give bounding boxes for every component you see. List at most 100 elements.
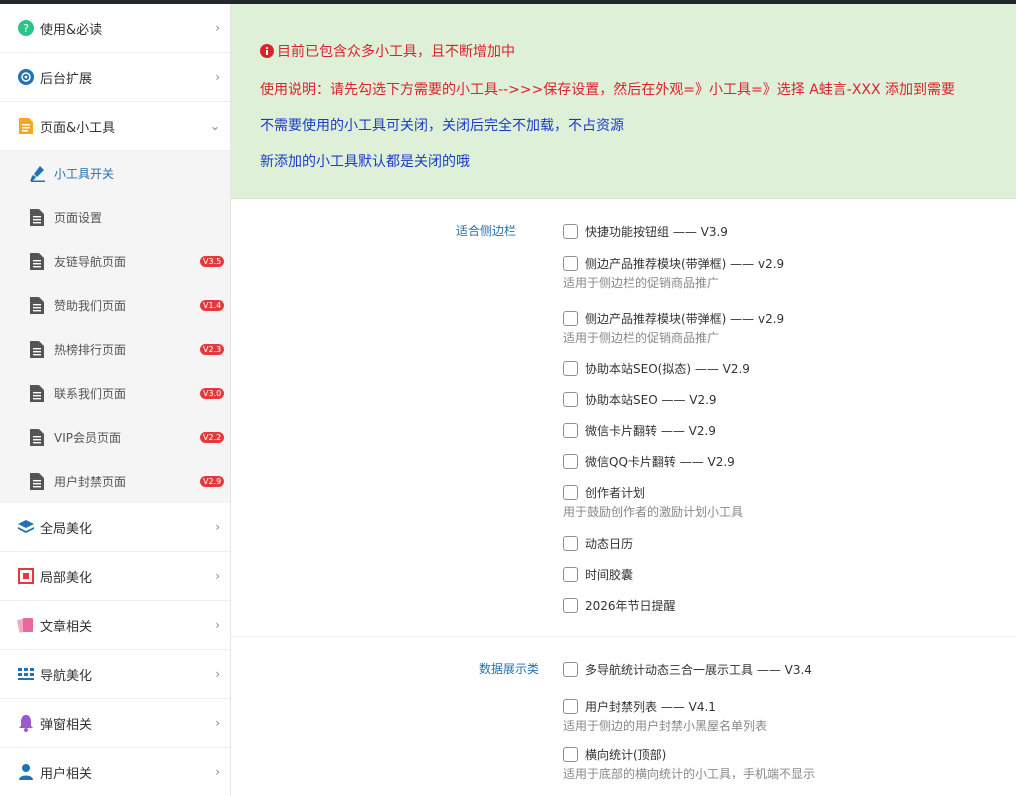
checkbox[interactable]: [563, 597, 578, 613]
chevron-right-icon: ›: [215, 667, 220, 681]
info-icon: [260, 36, 274, 72]
chevron-right-icon: ›: [215, 765, 220, 779]
submenu-item-vip[interactable]: VIP会员页面 V2.2: [0, 415, 230, 459]
submenu-item-links-nav[interactable]: 友链导航页面 V3.5: [0, 239, 230, 283]
main-content: 目前已包含众多小工具，且不断增加中 使用说明：请先勾选下方需要的小工具-->>>…: [231, 4, 1016, 796]
sidebar-item-local-beautify[interactable]: 局部美化 ›: [0, 552, 230, 601]
submenu-label: 页面设置: [54, 210, 103, 225]
checkbox[interactable]: [563, 422, 578, 438]
widget-option[interactable]: 微信QQ卡片翻转 —— V2.9: [563, 451, 1016, 471]
brush-icon: [30, 165, 46, 182]
option-label: 动态日历: [585, 536, 634, 551]
widget-option[interactable]: 侧边产品推荐模块(带弹框) —— v2.9: [563, 308, 1016, 328]
sidebar-item-global-beautify[interactable]: 全局美化 ›: [0, 503, 230, 552]
version-badge: V2.3: [200, 343, 225, 355]
option-label: 微信卡片翻转 —— V2.9: [585, 423, 716, 438]
frame-icon: [17, 567, 35, 585]
submenu-item-contact[interactable]: 联系我们页面 V3.0: [0, 371, 230, 415]
submenu-label: VIP会员页面: [54, 430, 121, 445]
sidebar: ? 使用&必读 › 后台扩展 › 页面&小工具 ⌄ 小工具开关 页面设置 友链导…: [0, 4, 231, 796]
file-icon: [30, 340, 46, 358]
widget-option[interactable]: 2026年节日提醒: [563, 595, 1016, 615]
sidebar-item-label: 局部美化: [40, 570, 93, 586]
document-icon: [17, 117, 35, 135]
bell-icon: [17, 714, 35, 732]
widget-option[interactable]: 时间胶囊: [563, 564, 1016, 584]
version-badge: V2.9: [200, 475, 225, 487]
widget-option[interactable]: 多导航统计动态三合一展示工具 —— V3.4: [563, 659, 1016, 679]
sidebar-item-label: 文章相关: [40, 619, 93, 635]
option-description: 用于鼓励创作者的激励计划小工具: [563, 505, 744, 519]
checkbox[interactable]: [563, 391, 578, 407]
notice-text: 目前已包含众多小工具，且不断增加中: [277, 44, 515, 60]
option-label: 快捷功能按钮组 —— V3.9: [585, 224, 728, 239]
option-description: 适用于底部的横向统计的小工具，手机端不显示: [563, 767, 816, 781]
submenu-item-widget-switch[interactable]: 小工具开关: [0, 151, 230, 195]
widget-option[interactable]: 微信卡片翻转 —— V2.9: [563, 420, 1016, 440]
sidebar-item-usage[interactable]: ? 使用&必读 ›: [0, 4, 230, 53]
notice-line: 使用说明：请先勾选下方需要的小工具-->>>保存设置，然后在外观=》小工具=》选…: [260, 82, 956, 98]
chevron-down-icon: ⌄: [209, 119, 220, 133]
checkbox[interactable]: [563, 746, 578, 762]
submenu-label: 联系我们页面: [54, 386, 127, 401]
chevron-right-icon: ›: [215, 21, 220, 35]
submenu-item-user-ban[interactable]: 用户封禁页面 V2.9: [0, 459, 230, 503]
widget-option[interactable]: 动态日历: [563, 533, 1016, 553]
sidebar-item-popup[interactable]: 弹窗相关 ›: [0, 699, 230, 748]
widget-option[interactable]: 快捷功能按钮组 —— V3.9: [563, 221, 1016, 241]
option-label: 侧边产品推荐模块(带弹框) —— v2.9: [585, 256, 785, 271]
sidebar-item-backend-ext[interactable]: 后台扩展 ›: [0, 53, 230, 102]
checkbox[interactable]: [563, 661, 578, 677]
widget-list: 快捷功能按钮组 —— V3.9 侧边产品推荐模块(带弹框) —— v2.9 适用…: [563, 221, 1016, 624]
group-label: 数据展示类: [479, 662, 540, 676]
checkbox[interactable]: [563, 310, 578, 326]
option-label: 用户封禁列表 —— V4.1: [585, 699, 716, 714]
submenu-item-page-settings[interactable]: 页面设置: [0, 195, 230, 239]
user-icon: [17, 763, 35, 781]
option-label: 微信QQ卡片翻转 —— V2.9: [585, 454, 735, 469]
option-label: 时间胶囊: [585, 567, 634, 582]
widget-option[interactable]: 创作者计划: [563, 482, 1016, 502]
notice-line: 不需要使用的小工具可关闭，关闭后完全不加载，不占资源: [260, 118, 624, 134]
widget-option[interactable]: 协助本站SEO —— V2.9: [563, 389, 1016, 409]
chevron-right-icon: ›: [215, 70, 220, 84]
submenu-item-hot-rank[interactable]: 热榜排行页面 V2.3: [0, 327, 230, 371]
sidebar-item-article[interactable]: 文章相关 ›: [0, 601, 230, 650]
widget-option[interactable]: 横向统计(顶部): [563, 744, 1016, 764]
widget-option[interactable]: 用户封禁列表 —— V4.1: [563, 696, 1016, 716]
checkbox[interactable]: [563, 698, 578, 714]
notice-line: 新添加的小工具默认都是关闭的哦: [260, 154, 470, 170]
version-badge: V2.2: [200, 431, 225, 443]
checkbox[interactable]: [563, 484, 578, 500]
option-label: 协助本站SEO —— V2.9: [585, 392, 717, 407]
chevron-right-icon: ›: [215, 716, 220, 730]
settings-circle-icon: [17, 68, 35, 86]
chevron-right-icon: ›: [215, 520, 220, 534]
svg-text:?: ?: [23, 22, 29, 35]
checkbox[interactable]: [563, 453, 578, 469]
option-label: 侧边产品推荐模块(带弹框) —— v2.9: [585, 311, 785, 326]
checkbox[interactable]: [563, 535, 578, 551]
submenu-item-sponsor[interactable]: 赞助我们页面 V1.4: [0, 283, 230, 327]
sidebar-item-user[interactable]: 用户相关 ›: [0, 748, 230, 796]
file-icon: [30, 384, 46, 402]
option-label: 创作者计划: [585, 485, 646, 500]
version-badge: V3.5: [200, 255, 225, 267]
checkbox[interactable]: [563, 255, 578, 271]
checkbox[interactable]: [563, 360, 578, 376]
sidebar-item-pages-widgets[interactable]: 页面&小工具 ⌄: [0, 102, 230, 151]
widget-option[interactable]: 侧边产品推荐模块(带弹框) —— v2.9: [563, 253, 1016, 273]
checkbox[interactable]: [563, 566, 578, 582]
chevron-right-icon: ›: [215, 569, 220, 583]
sidebar-item-nav-beautify[interactable]: 导航美化 ›: [0, 650, 230, 699]
submenu-label: 赞助我们页面: [54, 298, 127, 313]
submenu-label: 用户封禁页面: [54, 474, 127, 489]
file-icon: [30, 428, 46, 446]
sidebar-item-label: 用户相关: [40, 766, 93, 782]
sidebar-item-label: 全局美化: [40, 521, 93, 537]
submenu-label: 热榜排行页面: [54, 342, 127, 357]
checkbox[interactable]: [563, 223, 578, 239]
widget-option[interactable]: 协助本站SEO(拟态) —— V2.9: [563, 358, 1016, 378]
option-label: 协助本站SEO(拟态) —— V2.9: [585, 361, 750, 376]
submenu-label: 小工具开关: [54, 166, 115, 181]
